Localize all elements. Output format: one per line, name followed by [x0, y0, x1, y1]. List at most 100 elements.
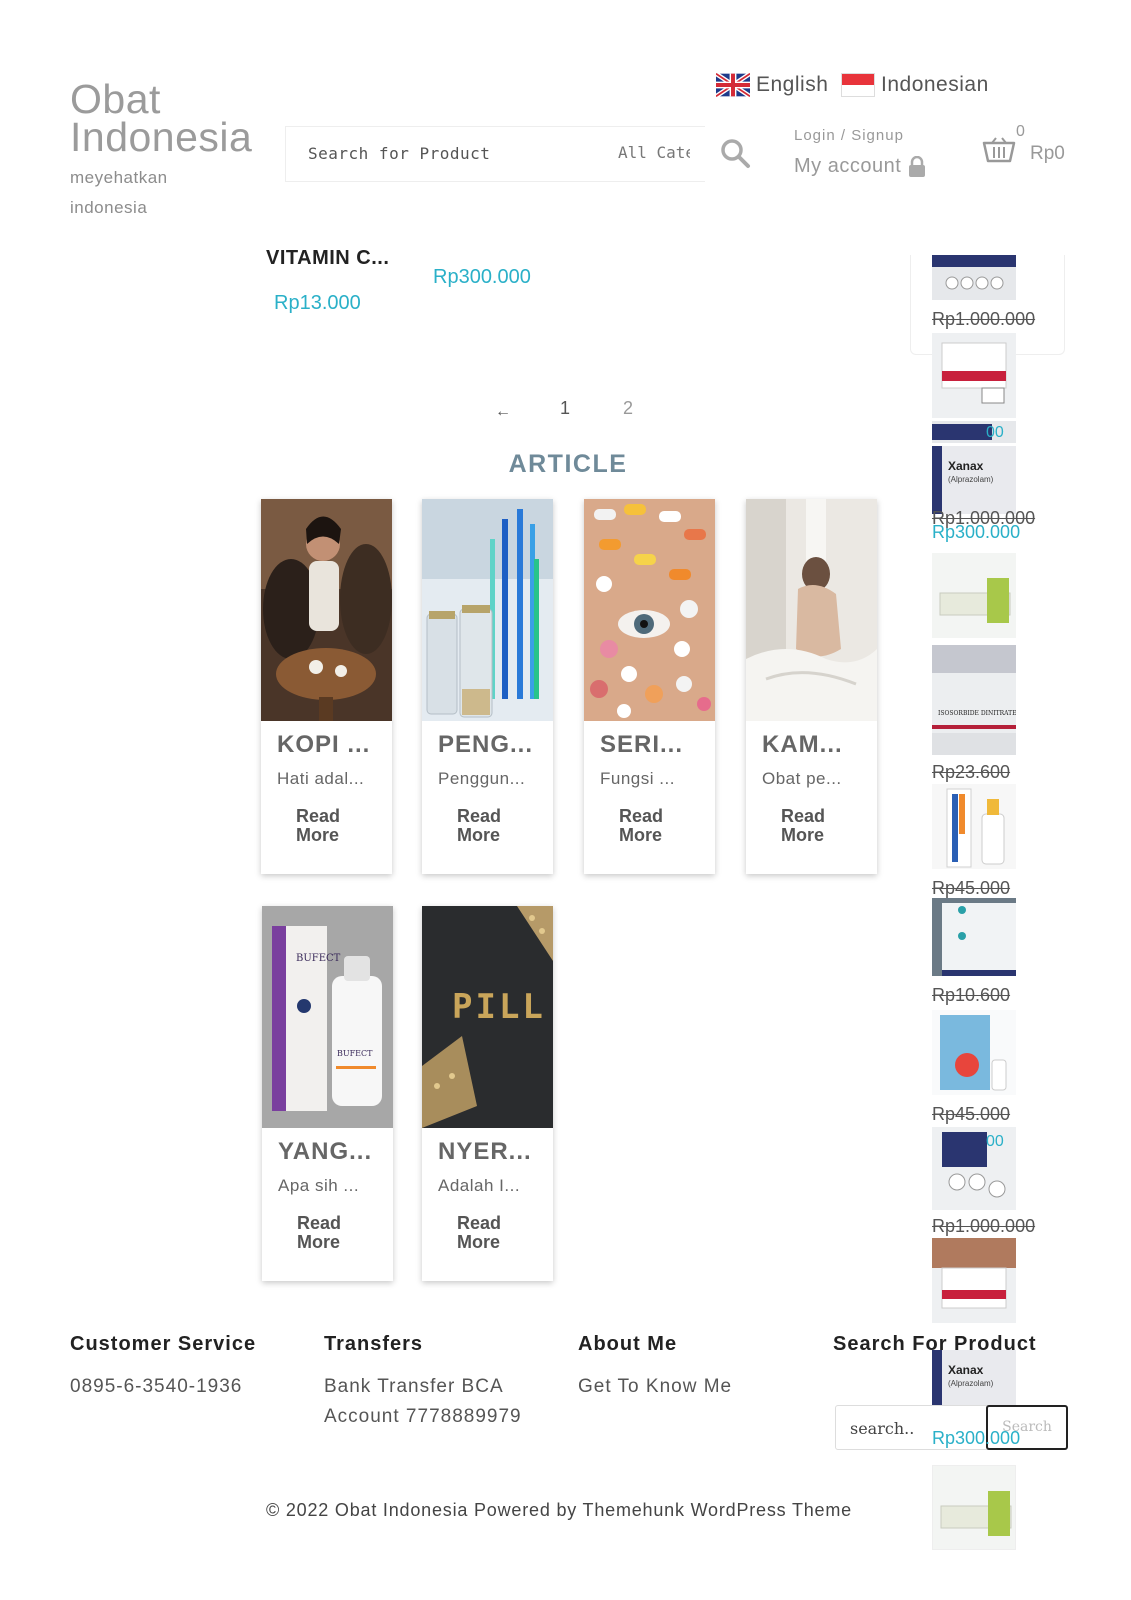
read-more-link[interactable]: Read More	[296, 807, 356, 845]
copyright-text: © 2022 Obat Indonesia Powered by Themehu…	[266, 1500, 852, 1520]
article-title[interactable]: YANG...	[278, 1138, 372, 1166]
language-indonesian-label: Indonesian	[881, 73, 989, 96]
article-card[interactable]: SERI... Fungsi ... Read More	[584, 499, 715, 874]
partial-price-text: 00	[986, 424, 1004, 441]
article-excerpt: Adalah I...	[438, 1176, 521, 1195]
product-thumbnail-xanax[interactable]: Xanax (Alprazolam)	[932, 446, 1016, 514]
article-card[interactable]: PENG... Penggun... Read More	[422, 499, 553, 874]
site-tagline: meyehatkan indonesia	[70, 168, 168, 217]
product-thumbnail[interactable]	[932, 333, 1016, 418]
article-image-bufect[interactable]: BUFECT BUFECT	[262, 906, 393, 1128]
language-english[interactable]: English	[716, 70, 828, 100]
article-title[interactable]: NYER...	[438, 1138, 532, 1166]
svg-text:(Alprazolam): (Alprazolam)	[948, 475, 994, 484]
article-heading: ARTICLE	[508, 450, 628, 478]
product-thumbnail[interactable]	[932, 1238, 1016, 1323]
product-price-strike: Rp45.000	[932, 878, 1010, 899]
svg-text:Xanax: Xanax	[948, 459, 984, 473]
footer-heading-transfers: Transfers	[324, 1333, 424, 1355]
pagination-page-1: 1	[560, 398, 571, 418]
pagination-page-2[interactable]: 2	[623, 398, 633, 419]
read-more-link[interactable]: Read More	[781, 807, 841, 845]
search-icon[interactable]	[718, 136, 752, 170]
read-more-link[interactable]: Read More	[457, 807, 517, 845]
product-thumbnail[interactable]	[932, 1465, 1016, 1550]
article-excerpt: Obat pe...	[762, 769, 842, 788]
article-title[interactable]: KOPI ...	[277, 731, 370, 759]
article-card[interactable]: KOPI ... Hati adal... Read More	[261, 499, 392, 874]
language-english-label: English	[756, 73, 829, 96]
article-excerpt: Apa sih ...	[278, 1176, 360, 1195]
article-title[interactable]: SERI...	[600, 731, 683, 759]
old-price: Rp1.000.000	[932, 1216, 1036, 1236]
svg-text:PILL: PILL	[452, 987, 546, 1027]
product-thumbnail[interactable]	[932, 553, 1016, 638]
read-more-link[interactable]: Read More	[297, 1214, 357, 1252]
svg-text:BUFECT: BUFECT	[296, 953, 341, 964]
footer-heading-about: About Me	[578, 1333, 678, 1355]
article-title[interactable]: PENG...	[438, 731, 533, 759]
product-price-strike: Rp1.000.000	[932, 1216, 1035, 1237]
uk-flag-icon	[716, 73, 750, 97]
product-thumbnail-eyedrops[interactable]	[932, 1010, 1016, 1095]
indonesia-flag-icon	[841, 73, 875, 97]
product-price-strike: Rp45.000	[932, 1104, 1010, 1125]
footer-heading-customer-service: Customer Service	[70, 1333, 257, 1355]
article-excerpt: Hati adal...	[277, 769, 365, 788]
article-excerpt: Fungsi ...	[600, 769, 675, 788]
read-more-link[interactable]: Read More	[457, 1214, 517, 1252]
footer-phone: 0895-6-3540-1936	[70, 1376, 243, 1397]
svg-text:(Alprazolam): (Alprazolam)	[948, 1379, 994, 1388]
site-title[interactable]: Obat Indonesia	[70, 79, 270, 158]
my-account-label: My account	[794, 155, 902, 177]
cart-count: 0	[1016, 123, 1025, 140]
product-name[interactable]: VITAMIN C...	[266, 247, 389, 270]
cart-icon[interactable]	[982, 137, 1016, 167]
old-price: Rp45.000	[932, 878, 1011, 898]
article-image-pill-letters[interactable]: PILL	[422, 906, 553, 1128]
read-more-link[interactable]: Read More	[619, 807, 679, 845]
login-signup-link[interactable]: Login / Signup	[794, 127, 904, 144]
article-image-lab[interactable]	[422, 499, 553, 721]
cart-total[interactable]: Rp0	[1030, 143, 1065, 165]
product-price-strike: Rp23.600	[932, 762, 1010, 783]
article-image-pills-eye[interactable]	[584, 499, 715, 721]
product-price-strike: Rp1.000.000	[932, 309, 1035, 330]
footer-heading-search: Search For Product	[833, 1333, 1037, 1355]
old-price: Rp23.600	[932, 762, 1011, 782]
product-search-box: Search for Product All Categories	[285, 126, 705, 182]
footer-search-input[interactable]: search..	[850, 1419, 914, 1438]
footer-bank: Bank Transfer BCA	[324, 1376, 504, 1397]
product-price: Rp300.000	[932, 522, 1021, 542]
old-price: Rp10.600	[932, 985, 1011, 1005]
product-price: Rp13.000	[274, 292, 361, 314]
partial-price-text: 00	[986, 1133, 1004, 1150]
product-price: Rp300.000	[433, 266, 531, 288]
article-card[interactable]: KAM... Obat pe... Read More	[746, 499, 877, 874]
article-excerpt: Penggun...	[438, 769, 526, 788]
product-thumbnail[interactable]	[932, 255, 1016, 300]
article-image-woman-bed[interactable]	[746, 499, 877, 721]
svg-text:Xanax: Xanax	[948, 1363, 984, 1377]
product-thumbnail-chloro[interactable]	[932, 898, 1016, 976]
footer-account: Account 7778889979	[324, 1406, 522, 1427]
lock-icon	[909, 156, 926, 177]
old-price: Rp45.000	[932, 1104, 1011, 1124]
svg-text:ISOSORBIDE DINITRATE: ISOSORBIDE DINITRATE	[938, 710, 1016, 717]
product-thumbnail-cooling5[interactable]	[932, 784, 1016, 869]
footer-about-link[interactable]: Get To Know Me	[578, 1376, 732, 1398]
article-card[interactable]: PILL NYER... Adalah I... Read More	[422, 906, 553, 1281]
article-image-coffee[interactable]	[261, 499, 392, 721]
my-account-link[interactable]: My account	[794, 155, 926, 178]
product-price-strike: Rp10.600	[932, 985, 1010, 1006]
article-title[interactable]: KAM...	[762, 731, 843, 759]
product-thumbnail-isosorbide[interactable]: ISOSORBIDE DINITRATE	[932, 645, 1016, 755]
old-price: Rp1.000.000	[932, 309, 1036, 329]
pagination-prev[interactable]: ←	[495, 403, 511, 421]
product-price: Rp300.000	[932, 1428, 1021, 1448]
article-card[interactable]: BUFECT BUFECT YANG... Apa sih ... Read M…	[262, 906, 393, 1281]
category-select[interactable]: All Categories	[618, 143, 690, 162]
product-search-input[interactable]: Search for Product	[308, 144, 490, 163]
svg-text:BUFECT: BUFECT	[337, 1049, 373, 1058]
language-indonesian[interactable]: Indonesian	[841, 70, 989, 100]
